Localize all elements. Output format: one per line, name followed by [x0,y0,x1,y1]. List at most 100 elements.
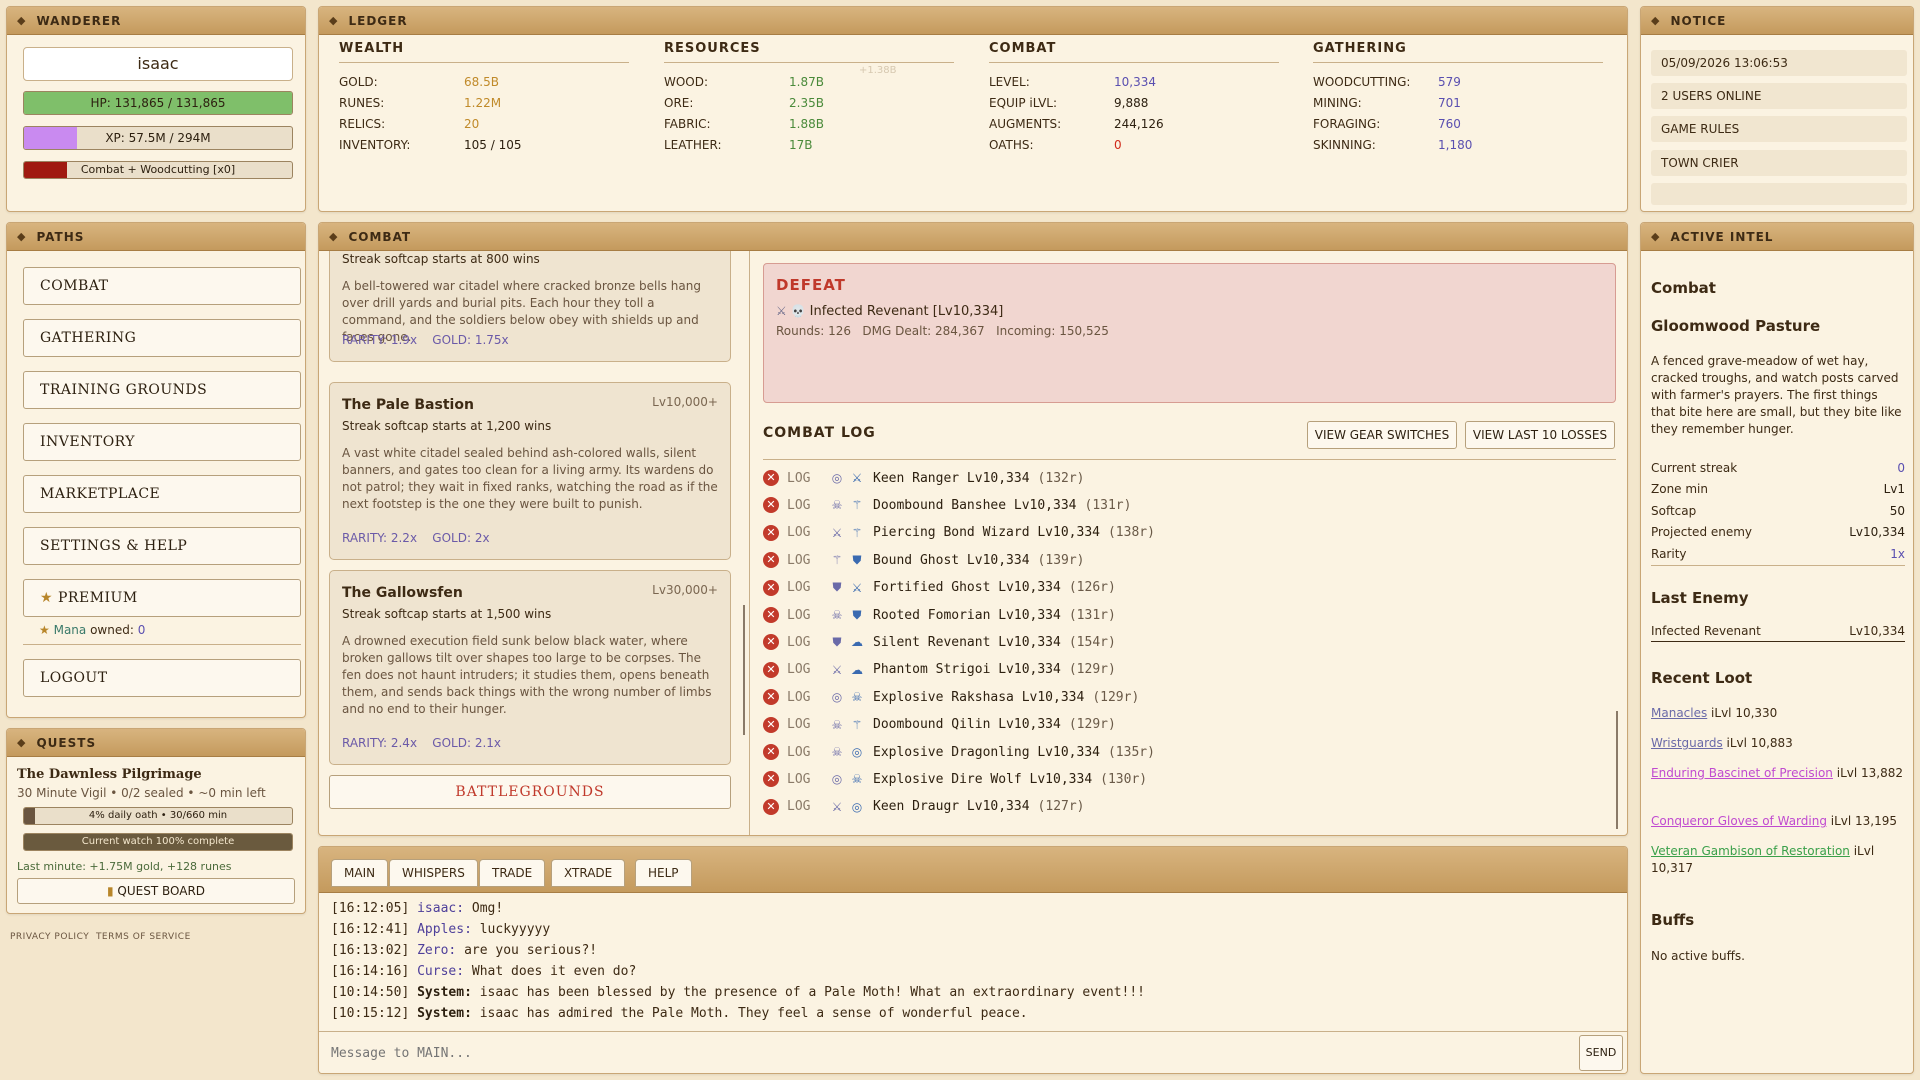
privacy-policy-link[interactable]: PRIVACY POLICY [10,932,89,942]
ledger-row: FABRIC: 1.88B [664,113,954,134]
chat-timestamp: [16:14:16] [331,964,410,979]
ledger-row: EQUIP iLVL: 9,888 [989,92,1279,113]
combat-log-row[interactable]: ✕ LOG ⛊ ⚔ Fortified Ghost Lv10,334 (126r) [763,577,1116,599]
loot-item-link[interactable]: Enduring Bascinet of Precision [1651,766,1833,780]
log-tag[interactable]: LOG [787,471,827,486]
enemy-trait-icon: ⚚ [831,553,843,568]
zone-card-pale-bastion[interactable]: The Pale Bastion Lv10,000+ Streak softca… [329,382,731,560]
enemy-trait-icon: ⚔ [831,662,843,677]
last-enemy-name: Infected Revenant [1651,624,1761,638]
enemy-trait-icon: ◎ [831,690,843,705]
combat-log-row[interactable]: ✕ LOG ⚚ ⛊ Bound Ghost Lv10,334 (139r) [763,549,1085,571]
enemy-trait-icon: ⛊ [852,607,862,622]
log-tag[interactable]: LOG [787,580,827,595]
combat-log-row[interactable]: ✕ LOG ◎ ☠ Explosive Dire Wolf Lv10,334 (130r) [763,768,1147,790]
loot-item-ilvl: iLvl 13,195 [1826,814,1898,828]
ledger-row: MINING: 701 [1313,92,1603,113]
log-tag[interactable]: LOG [787,525,827,540]
quest-oath-bar: 4% daily oath • 30/660 min [23,807,293,825]
combat-title: COMBAT [348,229,412,244]
log-tag[interactable]: LOG [787,745,827,760]
diamond-icon: ◆ [17,736,27,749]
log-tag[interactable]: LOG [787,498,827,513]
chat-author[interactable]: Curse: [417,964,464,979]
zone-card-gallowsfen[interactable]: The Gallowsfen Lv30,000+ Streak softcap … [329,570,731,765]
notice-header: ◆ NOTICE [1641,7,1913,35]
ledger-key: OATHS: [989,137,1034,152]
zone-card-citadel[interactable]: Streak softcap starts at 800 wins A bell… [329,251,731,362]
chat-author[interactable]: isaac: [417,901,464,916]
quests-title: QUESTS [36,735,97,750]
loot-item-link[interactable]: Veteran Gambison of Restoration [1651,844,1850,858]
ledger-value: 244,126 [1114,116,1164,131]
combat-log-row[interactable]: ✕ LOG ⚔ ☁ Phantom Strigoi Lv10,334 (129r) [763,659,1116,681]
enemy-name: Bound Ghost Lv10,334 [873,552,1030,568]
player-name: isaac [23,47,293,81]
loot-item-link[interactable]: Conqueror Gloves of Warding [1651,814,1827,828]
nav-training-grounds[interactable]: TRAINING GROUNDS [23,371,301,409]
nav-gathering[interactable]: GATHERING [23,319,301,357]
nav-combat[interactable]: COMBAT [23,267,301,305]
nav-marketplace[interactable]: MARKETPLACE [23,475,301,513]
zones-scrollbar[interactable] [743,605,745,735]
chat-send-button[interactable]: SEND [1579,1035,1623,1071]
quests-header: ◆ QUESTS [7,729,305,757]
intel-stat-value: 0 [1897,460,1905,475]
enemy-trait-icon: ⛊ [832,634,842,649]
enemy-trait-icon: ☠ [851,690,863,705]
chat-input[interactable] [325,1037,1565,1069]
log-tag[interactable]: LOG [787,717,827,732]
chat-tab-whispers[interactable]: WHISPERS [389,859,478,887]
quest-board-button[interactable]: ▮ QUEST BOARD [17,878,295,904]
paths-panel: ◆ PATHS COMBAT GATHERING TRAINING GROUNDS… [6,222,306,718]
zone-description: A drowned execution field sunk below bla… [342,634,712,716]
loot-item-link[interactable]: Manacles [1651,706,1707,720]
combat-log-row[interactable]: ✕ LOG ☠ ◎ Explosive Dragonling Lv10,334 (135r… [763,741,1155,763]
combat-log-row[interactable]: ✕ LOG ⚔ ⚚ Piercing Bond Wizard Lv10,334 (138r… [763,522,1155,544]
enemy-name: Piercing Bond Wizard Lv10,334 [873,525,1100,541]
nav-inventory[interactable]: INVENTORY [23,423,301,461]
loot-item: Conqueror Gloves of Warding iLvl 13,195 [1651,813,1911,830]
nav-premium[interactable]: ★ PREMIUM [23,579,301,617]
view-last-losses-button[interactable]: VIEW LAST 10 LOSSES [1465,421,1615,449]
log-tag[interactable]: LOG [787,553,827,568]
combat-log-row[interactable]: ✕ LOG ☠ ⚚ Doombound Qilin Lv10,334 (129r) [763,714,1116,736]
log-tag[interactable]: LOG [787,772,827,787]
nav-logout[interactable]: LOGOUT [23,659,301,697]
intel-stats-divider [1651,565,1905,566]
enemy-name: Explosive Dire Wolf Lv10,334 [873,771,1093,787]
combat-log-row[interactable]: ✕ LOG ◎ ☠ Explosive Rakshasa Lv10,334 (129r) [763,686,1139,708]
notice-town-crier[interactable]: TOWN CRIER [1651,150,1907,176]
nav-settings-help[interactable]: SETTINGS & HELP [23,527,301,565]
loot-item-ilvl: iLvl 10,883 [1722,736,1793,750]
combat-log-row[interactable]: ✕ LOG ☠ ⛊ Rooted Fomorian Lv10,334 (131r) [763,604,1116,626]
battlegrounds-button[interactable]: BATTLEGROUNDS [329,775,731,809]
chat-tab-xtrade[interactable]: XTRADE [551,859,626,887]
loot-item-link[interactable]: Wristguards [1651,736,1723,750]
notice-game-rules[interactable]: GAME RULES [1651,116,1907,142]
enemy-trait-icon: ⚔ [851,580,863,595]
intel-zone-description: A fenced grave-meadow of wet hay, cracke… [1651,354,1902,436]
defeat-enemy-line: ⚔ 💀 Infected Revenant [Lv10,334] [776,304,1003,319]
chat-tab-trade[interactable]: TRADE [479,859,546,887]
enemy-trait-icon: ⚚ [851,525,863,540]
log-tag[interactable]: LOG [787,662,827,677]
chat-author[interactable]: Apples: [417,922,472,937]
combat-log-scrollbar[interactable] [1616,711,1618,829]
log-tag[interactable]: LOG [787,608,827,623]
combat-log-row[interactable]: ✕ LOG ⛊ ☁ Silent Revenant Lv10,334 (154r) [763,631,1116,653]
log-tag[interactable]: LOG [787,690,827,705]
chat-tab-help[interactable]: HELP [635,859,692,887]
combat-log-row[interactable]: ✕ LOG ◎ ⚔ Keen Ranger Lv10,334 (132r) [763,467,1085,489]
enemy-trait-icon: ◎ [831,772,843,787]
terms-of-service-link[interactable]: TERMS OF SERVICE [96,932,191,942]
combat-log-row[interactable]: ✕ LOG ⚔ ◎ Keen Draugr Lv10,334 (127r) [763,796,1085,818]
view-gear-switches-button[interactable]: VIEW GEAR SWITCHES [1307,421,1457,449]
chat-author[interactable]: Zero: [417,943,456,958]
chat-tab-main[interactable]: MAIN [331,859,389,887]
log-tag[interactable]: LOG [787,799,827,814]
quest-board-label: QUEST BOARD [117,884,206,898]
log-tag[interactable]: LOG [787,635,827,650]
combat-log-row[interactable]: ✕ LOG ☠ ⚚ Doombound Banshee Lv10,334 (131r) [763,494,1131,516]
ledger-column-title: COMBAT [989,41,1279,63]
